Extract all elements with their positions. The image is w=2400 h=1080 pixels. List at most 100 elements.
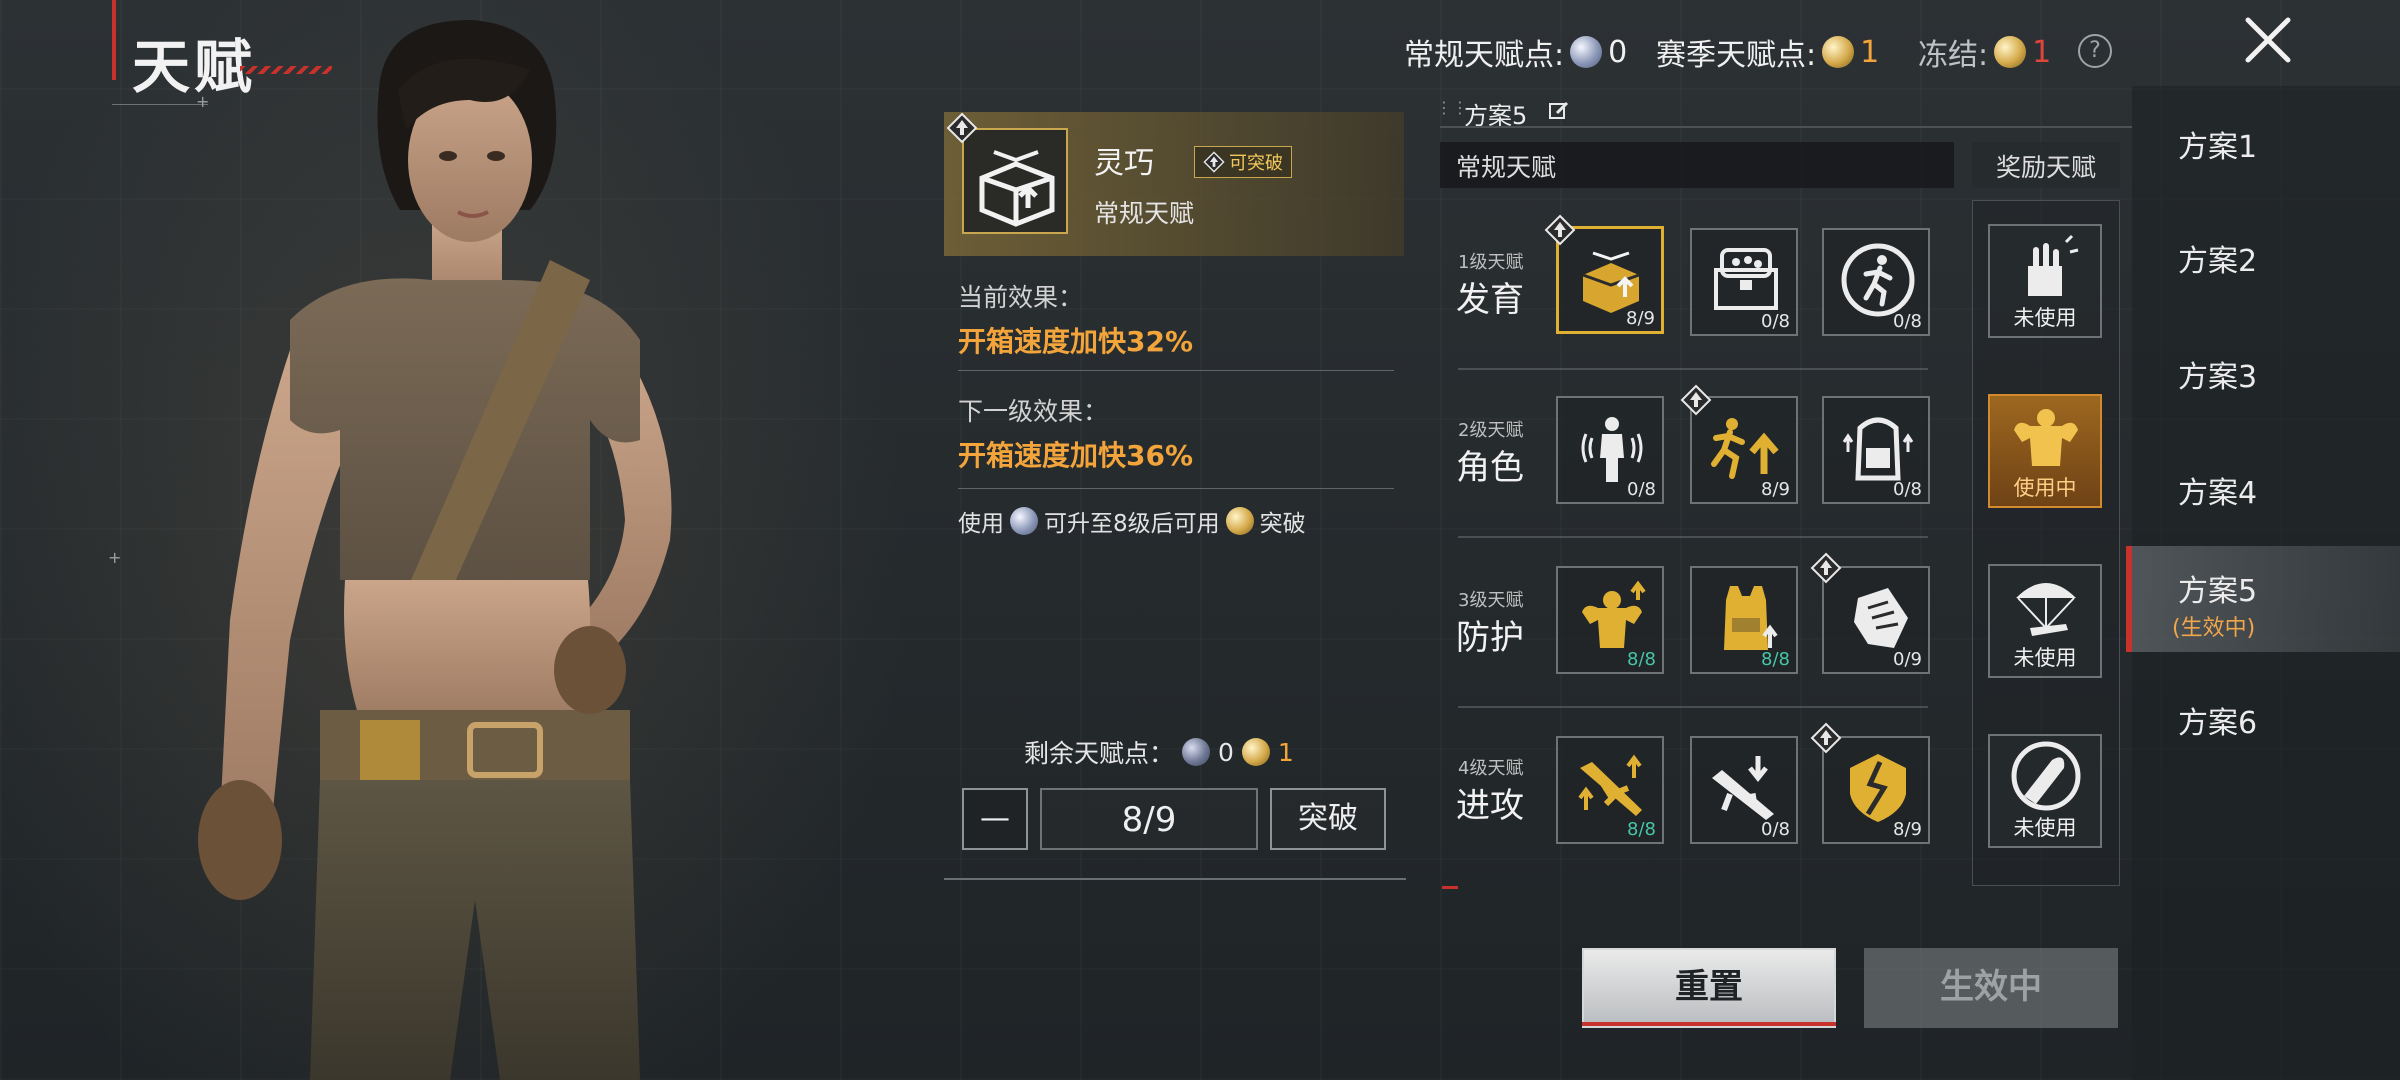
crosshair-decoration-icon: + <box>108 548 122 567</box>
frozen-points-value: 1 <box>2032 34 2052 70</box>
breakthrough-icon <box>1203 151 1225 173</box>
glove-icon <box>1854 588 1908 648</box>
character-portrait <box>198 20 672 1080</box>
row-category-label: 进攻 <box>1456 786 1524 826</box>
reset-button-underline <box>1582 1022 1836 1026</box>
tree-top-line <box>1440 126 2132 128</box>
decrease-level-button[interactable]: — <box>962 788 1028 850</box>
talent-slot[interactable]: 8/8 <box>1556 736 1664 844</box>
apply-plan-button[interactable]: 生效中 <box>1864 948 2118 1028</box>
plan-active-highlight <box>2126 546 2400 652</box>
breakable-tag-label: 可突破 <box>1229 153 1283 174</box>
regular-coin-icon <box>1570 36 1603 68</box>
current-effect-label: 当前效果： <box>958 283 1084 312</box>
detail-panel-border <box>944 878 1406 880</box>
help-icon[interactable]: ? <box>2078 34 2112 68</box>
talent-slot[interactable]: 0/8 <box>1690 736 1798 844</box>
supply-box-icon <box>1714 248 1778 310</box>
bonus-status: 使用中 <box>2013 476 2077 500</box>
slot-count: 0/8 <box>1761 311 1790 332</box>
slot-count: 8/8 <box>1627 649 1656 670</box>
plan-tab-2[interactable]: 方案2 <box>2178 236 2257 280</box>
regular-coin-icon <box>1010 507 1038 535</box>
crate-open-icon <box>979 150 1055 227</box>
regular-talent-header: 常规天赋 <box>1440 142 1954 188</box>
remaining-regular-value: 0 <box>1218 737 1234 767</box>
broken-armor-icon <box>1850 754 1906 822</box>
regular-points-value: 0 <box>1608 34 1628 70</box>
row-level-label: 4级天赋 <box>1458 758 1524 779</box>
edit-icon[interactable] <box>1548 100 1570 122</box>
season-coin-icon <box>1241 738 1270 766</box>
reset-button[interactable]: 重置 <box>1582 948 1836 1028</box>
running-man-icon <box>1841 243 1915 317</box>
current-effect-value: 开箱速度加快32% <box>958 325 1194 358</box>
soldier-stealth-icon <box>1581 417 1643 482</box>
slot-count: 0/9 <box>1893 649 1922 670</box>
season-points-value: 1 <box>1860 34 1880 70</box>
talent-level-value: 8/9 <box>1040 788 1258 850</box>
rifle-boost-icon <box>1578 754 1642 816</box>
row-category-label: 发育 <box>1456 280 1524 320</box>
note-use: 使用 <box>958 511 1004 537</box>
crate-open-icon <box>1582 251 1640 313</box>
slot-count: 0/8 <box>1761 819 1790 840</box>
bonus-status: 未使用 <box>2013 816 2077 840</box>
rifle-drop-icon <box>1712 756 1774 820</box>
remaining-points-label: 剩余天赋点： <box>1024 739 1175 768</box>
talent-slot[interactable]: 8/8 <box>1690 566 1798 674</box>
bonus-talent-slot[interactable]: 未使用 <box>1988 224 2102 338</box>
regular-points-label: 常规天赋点: <box>1404 38 1565 73</box>
vest-armor-icon <box>1724 586 1778 650</box>
talent-slot[interactable]: 0/8 <box>1556 396 1664 504</box>
remaining-points: 剩余天赋点： 0 1 <box>1024 734 1294 770</box>
talent-slot[interactable]: 0/8 <box>1690 228 1798 336</box>
sprint-boost-icon <box>1711 418 1779 479</box>
breakthrough-badge-icon <box>1544 214 1576 246</box>
talent-slot[interactable]: 0/8 <box>1822 228 1930 336</box>
breakthrough-badge-icon <box>1810 552 1842 584</box>
row-divider <box>1458 536 1928 538</box>
note-break: 突破 <box>1259 511 1306 537</box>
breakthrough-badge-icon <box>1680 384 1712 416</box>
regular-coin-icon <box>1182 738 1211 766</box>
plan-active-bar <box>2126 546 2132 652</box>
bonus-status: 未使用 <box>2013 646 2077 670</box>
talent-slot[interactable]: 8/8 <box>1556 566 1664 674</box>
slot-count: 8/9 <box>1893 819 1922 840</box>
note-middle: 可升至8级后可用 <box>1044 511 1220 537</box>
muscle-boost-icon <box>1582 580 1646 648</box>
row-divider <box>1458 706 1928 708</box>
talent-type: 常规天赋 <box>1094 199 1195 228</box>
red-marker <box>1442 886 1458 889</box>
bonus-talent-slot[interactable]: 使用中 <box>1988 394 2102 508</box>
slot-count: 8/8 <box>1627 819 1656 840</box>
row-level-label: 1级天赋 <box>1458 252 1524 273</box>
slot-count: 8/8 <box>1761 649 1790 670</box>
plan-active-status: (生效中) <box>2172 616 2256 641</box>
bullet-icon <box>2011 741 2081 811</box>
hand-grab-icon <box>2028 234 2079 296</box>
breakthrough-button[interactable]: 突破 <box>1270 788 1386 850</box>
effect-divider <box>958 488 1394 489</box>
close-icon[interactable] <box>2236 8 2300 72</box>
plan-tab-1[interactable]: 方案1 <box>2178 122 2257 166</box>
slot-count: 8/9 <box>1761 479 1790 500</box>
bonus-talent-slot[interactable]: 未使用 <box>1988 734 2102 848</box>
plan-tab-3[interactable]: 方案3 <box>2178 352 2257 396</box>
talent-slot[interactable]: 0/8 <box>1822 396 1930 504</box>
bonus-status: 未使用 <box>2013 306 2077 330</box>
plan-tab-6[interactable]: 方案6 <box>2178 698 2257 742</box>
title-accent-bar <box>112 0 116 80</box>
breakable-tag: 可突破 <box>1194 146 1292 178</box>
frozen-coin-icon <box>1994 36 2027 68</box>
slot-count: 0/8 <box>1627 479 1656 500</box>
plan-tab-4[interactable]: 方案4 <box>2178 468 2257 512</box>
bonus-talent-slot[interactable]: 未使用 <box>1988 564 2102 678</box>
remaining-season-value: 1 <box>1277 737 1294 767</box>
season-points: 赛季天赋点: 1 <box>1656 30 1879 74</box>
breakthrough-badge-icon <box>1810 722 1842 754</box>
frozen-points-label: 冻结: <box>1918 38 1989 73</box>
plan-tab-5[interactable]: 方案5 <box>2178 566 2257 610</box>
breakthrough-badge-icon <box>946 112 978 144</box>
